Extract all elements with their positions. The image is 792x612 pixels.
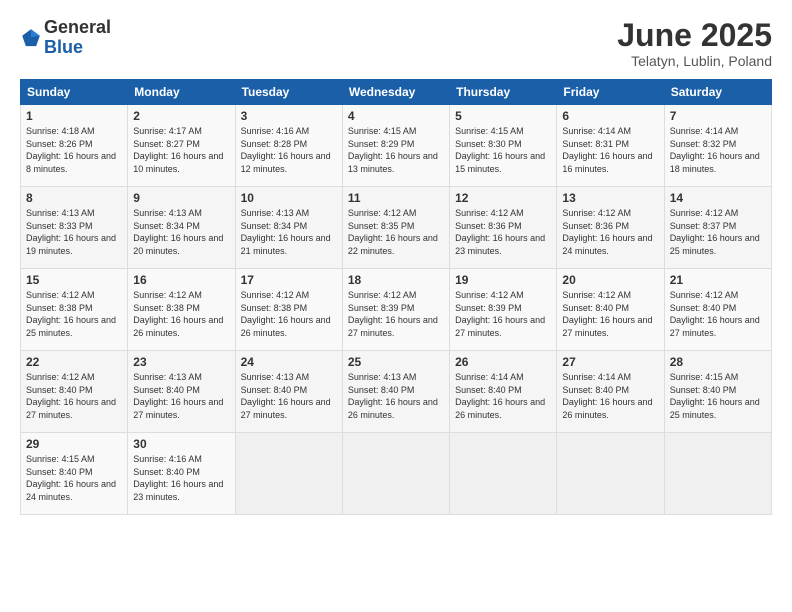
logo: General Blue (20, 18, 111, 58)
col-saturday: Saturday (664, 80, 771, 105)
day-15: 15 Sunrise: 4:12 AMSunset: 8:38 PMDaylig… (21, 269, 128, 351)
empty-cell-4 (557, 433, 664, 515)
day-3: 3 Sunrise: 4:16 AMSunset: 8:28 PMDayligh… (235, 105, 342, 187)
empty-cell-5 (664, 433, 771, 515)
day-9: 9 Sunrise: 4:13 AMSunset: 8:34 PMDayligh… (128, 187, 235, 269)
day-24: 24 Sunrise: 4:13 AMSunset: 8:40 PMDaylig… (235, 351, 342, 433)
location-subtitle: Telatyn, Lublin, Poland (617, 53, 772, 69)
day-17: 17 Sunrise: 4:12 AMSunset: 8:38 PMDaylig… (235, 269, 342, 351)
day-14: 14 Sunrise: 4:12 AMSunset: 8:37 PMDaylig… (664, 187, 771, 269)
col-friday: Friday (557, 80, 664, 105)
week-row-1: 1 Sunrise: 4:18 AMSunset: 8:26 PMDayligh… (21, 105, 772, 187)
day-8: 8 Sunrise: 4:13 AMSunset: 8:33 PMDayligh… (21, 187, 128, 269)
day-26: 26 Sunrise: 4:14 AMSunset: 8:40 PMDaylig… (450, 351, 557, 433)
empty-cell-2 (342, 433, 449, 515)
day-11: 11 Sunrise: 4:12 AMSunset: 8:35 PMDaylig… (342, 187, 449, 269)
logo-general: General (44, 18, 111, 38)
month-year-title: June 2025 (617, 18, 772, 53)
logo-icon (20, 27, 42, 49)
day-16: 16 Sunrise: 4:12 AMSunset: 8:38 PMDaylig… (128, 269, 235, 351)
day-6: 6 Sunrise: 4:14 AMSunset: 8:31 PMDayligh… (557, 105, 664, 187)
day-29: 29 Sunrise: 4:15 AMSunset: 8:40 PMDaylig… (21, 433, 128, 515)
day-20: 20 Sunrise: 4:12 AMSunset: 8:40 PMDaylig… (557, 269, 664, 351)
week-row-4: 22 Sunrise: 4:12 AMSunset: 8:40 PMDaylig… (21, 351, 772, 433)
week-row-2: 8 Sunrise: 4:13 AMSunset: 8:33 PMDayligh… (21, 187, 772, 269)
day-28: 28 Sunrise: 4:15 AMSunset: 8:40 PMDaylig… (664, 351, 771, 433)
col-thursday: Thursday (450, 80, 557, 105)
day-19: 19 Sunrise: 4:12 AMSunset: 8:39 PMDaylig… (450, 269, 557, 351)
col-sunday: Sunday (21, 80, 128, 105)
page-header: General Blue June 2025 Telatyn, Lublin, … (20, 18, 772, 69)
day-13: 13 Sunrise: 4:12 AMSunset: 8:36 PMDaylig… (557, 187, 664, 269)
day-5: 5 Sunrise: 4:15 AMSunset: 8:30 PMDayligh… (450, 105, 557, 187)
empty-cell-1 (235, 433, 342, 515)
day-27: 27 Sunrise: 4:14 AMSunset: 8:40 PMDaylig… (557, 351, 664, 433)
day-2: 2 Sunrise: 4:17 AMSunset: 8:27 PMDayligh… (128, 105, 235, 187)
title-block: June 2025 Telatyn, Lublin, Poland (617, 18, 772, 69)
day-18: 18 Sunrise: 4:12 AMSunset: 8:39 PMDaylig… (342, 269, 449, 351)
logo-text: General Blue (44, 18, 111, 58)
day-4: 4 Sunrise: 4:15 AMSunset: 8:29 PMDayligh… (342, 105, 449, 187)
day-21: 21 Sunrise: 4:12 AMSunset: 8:40 PMDaylig… (664, 269, 771, 351)
day-30: 30 Sunrise: 4:16 AMSunset: 8:40 PMDaylig… (128, 433, 235, 515)
week-row-5: 29 Sunrise: 4:15 AMSunset: 8:40 PMDaylig… (21, 433, 772, 515)
calendar-table: Sunday Monday Tuesday Wednesday Thursday… (20, 79, 772, 515)
logo-blue: Blue (44, 38, 111, 58)
col-monday: Monday (128, 80, 235, 105)
day-7: 7 Sunrise: 4:14 AMSunset: 8:32 PMDayligh… (664, 105, 771, 187)
calendar-header-row: Sunday Monday Tuesday Wednesday Thursday… (21, 80, 772, 105)
day-25: 25 Sunrise: 4:13 AMSunset: 8:40 PMDaylig… (342, 351, 449, 433)
day-23: 23 Sunrise: 4:13 AMSunset: 8:40 PMDaylig… (128, 351, 235, 433)
day-12: 12 Sunrise: 4:12 AMSunset: 8:36 PMDaylig… (450, 187, 557, 269)
empty-cell-3 (450, 433, 557, 515)
col-wednesday: Wednesday (342, 80, 449, 105)
col-tuesday: Tuesday (235, 80, 342, 105)
day-10: 10 Sunrise: 4:13 AMSunset: 8:34 PMDaylig… (235, 187, 342, 269)
week-row-3: 15 Sunrise: 4:12 AMSunset: 8:38 PMDaylig… (21, 269, 772, 351)
day-1: 1 Sunrise: 4:18 AMSunset: 8:26 PMDayligh… (21, 105, 128, 187)
day-22: 22 Sunrise: 4:12 AMSunset: 8:40 PMDaylig… (21, 351, 128, 433)
